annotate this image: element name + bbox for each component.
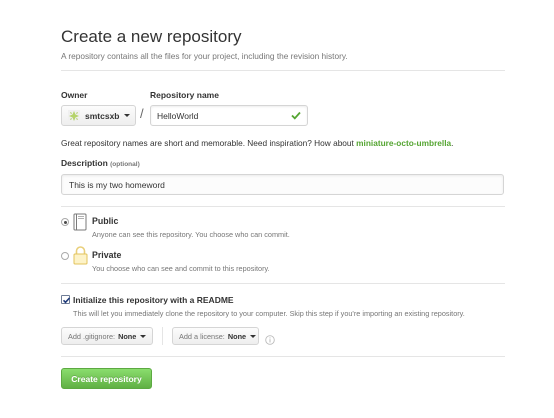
owner-name: smtcsxb [85,110,120,121]
lock-icon [73,245,88,270]
name-suggestion: Great repository names are short and mem… [61,138,454,148]
caret-down-icon [140,334,147,338]
divider [61,206,505,207]
public-option-title: Public [92,216,119,226]
license-select[interactable]: Add a license: None [172,327,259,345]
divider [61,283,505,284]
caret-down-icon [123,114,130,117]
owner-select[interactable]: smtcsxb [61,105,136,126]
divider [61,356,505,357]
owner-repo-separator: / [140,106,144,121]
readme-option-title: Initialize this repository with a README [73,295,234,305]
gitignore-select[interactable]: Add .gitignore: None [61,327,153,345]
private-radio[interactable] [61,252,69,260]
public-radio[interactable] [61,218,69,226]
private-option-note: You choose who can see and commit to thi… [92,264,270,273]
repository-name-value: HelloWorld [157,110,199,121]
public-option-note: Anyone can see this repository. You choo… [92,230,290,239]
caret-down-icon [250,334,257,338]
repo-name-label: Repository name [150,90,219,100]
description-input[interactable]: This is my two homeword [61,174,504,195]
info-icon[interactable] [265,332,275,350]
page-title: Create a new repository [61,27,242,46]
identicon-avatar [68,109,80,122]
readme-checkbox[interactable] [61,295,71,304]
repo-book-icon [73,213,88,237]
readme-option-note: This will let you immediately clone the … [73,309,465,318]
create-repository-button[interactable]: Create repository [61,368,152,389]
divider [61,70,505,71]
suggested-name-link[interactable]: miniature-octo-umbrella [356,138,451,148]
optional-note: (optional) [110,161,140,168]
check-icon [291,111,301,122]
repository-name-input[interactable]: HelloWorld [150,105,308,126]
description-value: This is my two homeword [69,179,165,190]
private-option-title: Private [92,250,122,260]
divider [162,327,163,345]
description-label: Description (optional) [61,158,140,168]
owner-label: Owner [61,90,88,100]
page-subtitle: A repository contains all the files for … [61,51,348,61]
